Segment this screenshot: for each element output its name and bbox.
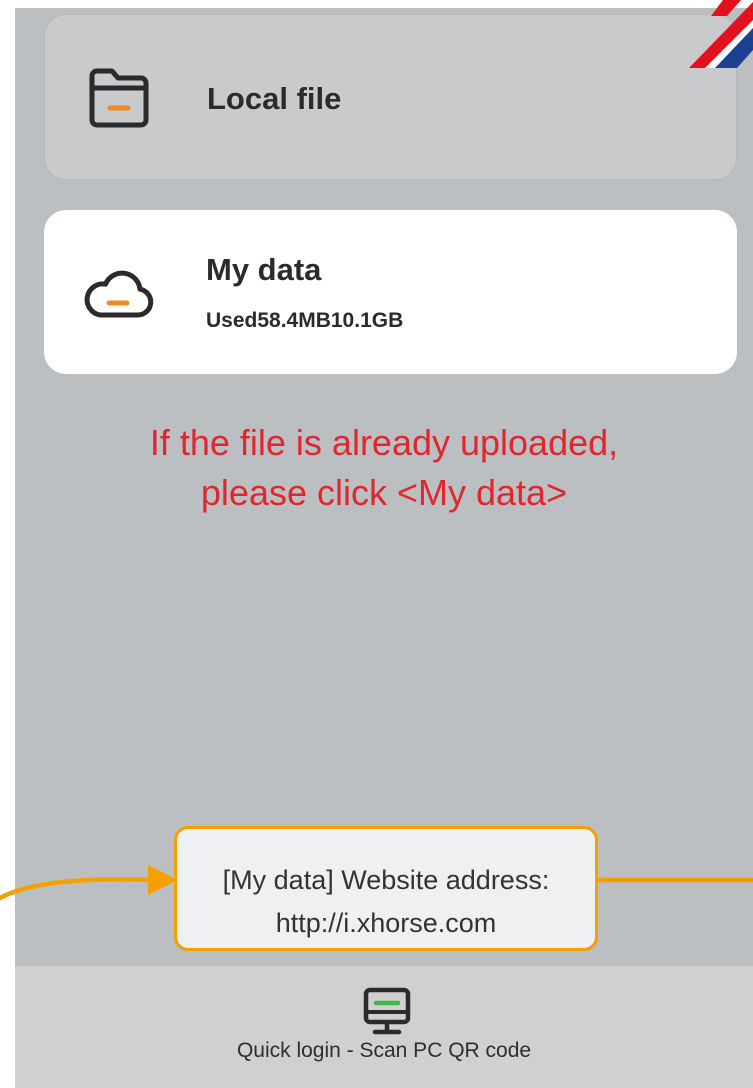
instruction-line-1: If the file is already uploaded, [149, 422, 619, 463]
monitor-icon [363, 987, 411, 1035]
local-file-title: Local file [207, 81, 342, 116]
logo-red-tip [711, 0, 741, 16]
my-data-title: My data [206, 252, 322, 287]
instruction-text: If the file is already uploaded, please … [15, 418, 753, 518]
left-margin [0, 0, 15, 1088]
xhorse-logo [689, 0, 753, 68]
callout-line-2: http://i.xhorse.com [275, 908, 497, 938]
callout-line-1: [My data] Website address: [222, 865, 550, 895]
quick-login-label: Quick login - Scan PC QR code [236, 1039, 532, 1062]
folder-icon [89, 68, 149, 128]
quick-login-bar[interactable]: Quick login - Scan PC QR code [15, 966, 753, 1088]
storage-usage: Used58.4MB10.1GB [206, 309, 404, 332]
cloud-icon [84, 270, 154, 318]
instruction-line-2: please click <My data> [200, 472, 568, 513]
my-data-option[interactable]: My data Used58.4MB10.1GB [44, 210, 737, 374]
local-file-option[interactable]: Local file [44, 14, 737, 180]
website-callout: [My data] Website address: http://i.xhor… [174, 826, 598, 951]
